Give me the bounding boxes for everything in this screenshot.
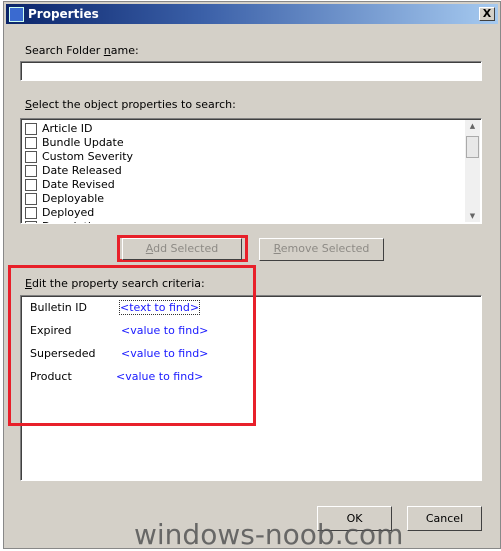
label-accel: S	[25, 98, 32, 111]
accel: R	[273, 242, 281, 255]
checkbox[interactable]	[25, 123, 37, 135]
property-label: Date Released	[42, 164, 122, 177]
property-item[interactable]: Date Released	[25, 164, 122, 178]
add-selected-button[interactable]: Add Selected	[122, 238, 242, 260]
checkbox[interactable]	[25, 221, 37, 223]
property-label: Article ID	[42, 122, 93, 135]
highlight-box	[8, 265, 256, 426]
checkbox[interactable]	[25, 179, 37, 191]
folder-name-input[interactable]	[20, 61, 482, 81]
label-text: elect the object properties to search:	[31, 98, 236, 111]
property-label: Custom Severity	[42, 150, 134, 163]
watermark: windows-noob.com	[134, 518, 404, 551]
cancel-button[interactable]: Cancel	[407, 506, 482, 531]
remove-selected-button[interactable]: Remove Selected	[259, 238, 384, 261]
title-bar: Properties X	[6, 4, 498, 24]
properties-list[interactable]: ▲ ▼ Article ID Bundle Update Custom Severi…	[20, 118, 482, 224]
accel: A	[145, 242, 154, 255]
scroll-down-icon[interactable]: ▼	[465, 212, 480, 220]
list-scrollbar[interactable]: ▲ ▼	[465, 120, 480, 222]
property-item[interactable]: Deployable	[25, 192, 104, 206]
label-accel: n	[103, 44, 111, 57]
checkbox[interactable]	[25, 207, 37, 219]
property-label: Date Revised	[42, 178, 115, 191]
property-item[interactable]: Deployed	[25, 206, 94, 220]
btn-text: emove Selected	[280, 242, 370, 255]
property-item[interactable]: Bundle Update	[25, 136, 124, 150]
label-text: Search Folder	[25, 44, 104, 57]
property-label: Description	[42, 220, 105, 223]
checkbox[interactable]	[25, 137, 37, 149]
scroll-up-icon[interactable]: ▲	[465, 122, 480, 130]
dialog-title: Properties	[28, 7, 99, 21]
folder-name-label: Search Folder name:	[25, 44, 139, 57]
properties-icon	[9, 7, 24, 22]
property-label: Deployed	[42, 206, 95, 219]
scroll-thumb[interactable]	[466, 136, 479, 158]
property-item[interactable]: Description	[25, 220, 105, 223]
property-label: Deployable	[42, 192, 105, 205]
properties-label: Select the object properties to search:	[25, 98, 236, 111]
property-label: Bundle Update	[42, 136, 124, 149]
property-item[interactable]: Date Revised	[25, 178, 115, 192]
btn-text: dd Selected	[153, 242, 219, 255]
close-button[interactable]: X	[479, 7, 495, 21]
property-item[interactable]: Article ID	[25, 122, 93, 136]
checkbox[interactable]	[25, 151, 37, 163]
checkbox[interactable]	[25, 193, 37, 205]
label-text: ame:	[110, 44, 139, 57]
property-item[interactable]: Custom Severity	[25, 150, 133, 164]
checkbox[interactable]	[25, 165, 37, 177]
